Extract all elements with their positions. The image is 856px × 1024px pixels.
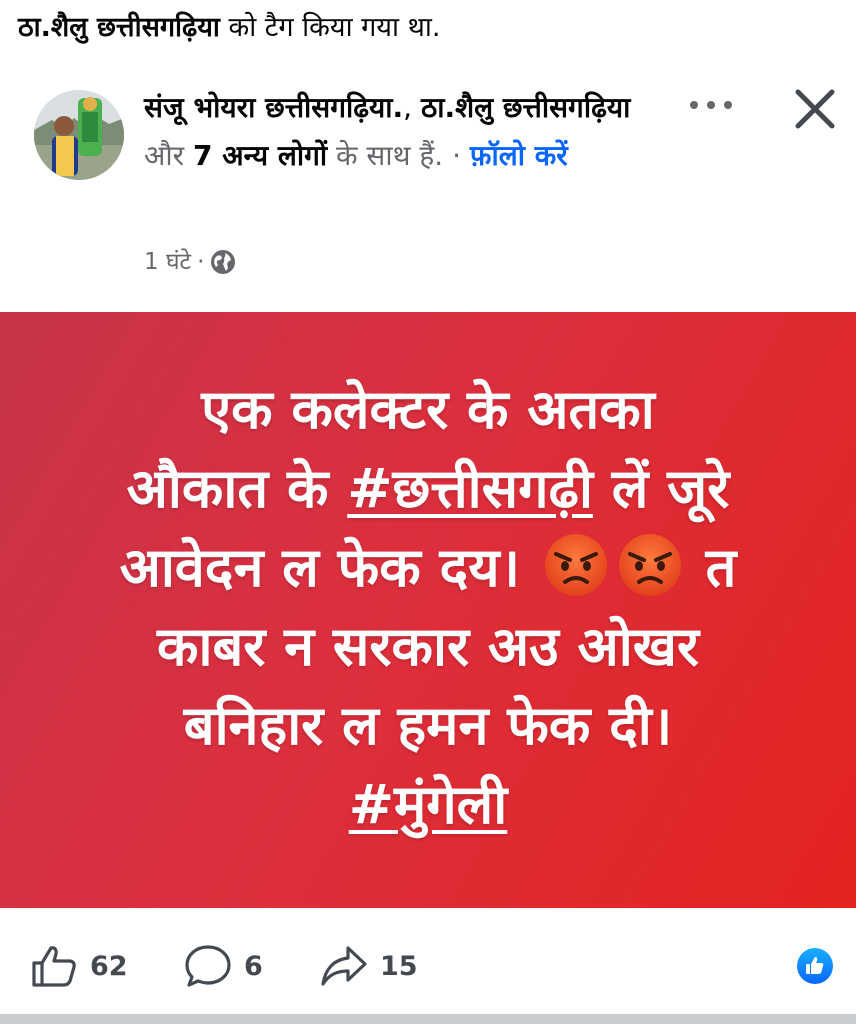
- post-header-text: संजू भोयरा छत्तीसगढ़िया., ठा.शैलु छत्तीस…: [144, 84, 644, 180]
- post-text-banner[interactable]: एक कलेक्टर के अतका औकात के #छत्तीसगढ़ी ल…: [0, 312, 856, 908]
- tagged-user-link[interactable]: ठा.शैलु छत्तीसगढ़िया: [18, 12, 220, 43]
- others-link[interactable]: 7 अन्य लोगों: [193, 139, 327, 172]
- follow-button[interactable]: फ़ॉलो करें: [470, 139, 568, 172]
- post-actions-bar: 62 6 15: [0, 908, 856, 1014]
- like-button[interactable]: 62: [30, 944, 128, 988]
- post-line-2-end: लें जूरे: [592, 457, 730, 520]
- post-line-3: आवेदन ल फेक दय। त: [119, 528, 737, 607]
- tagged-notice: ठा.शैलु छत्तीसगढ़िया को टैग किया गया था.: [18, 8, 440, 48]
- angry-face-icon: [544, 534, 607, 596]
- post-line-2-start: औकात के: [126, 457, 348, 520]
- globe-icon[interactable]: [210, 249, 236, 275]
- tagged-notice-text: को टैग किया गया था.: [219, 12, 441, 43]
- more-options-button[interactable]: [686, 88, 736, 122]
- post-line-5: बनिहार ल हमन फेक दी।: [183, 694, 673, 757]
- angry-face-icon: [618, 534, 681, 596]
- post-line-2: औकात के #छत्तीसगढ़ी लें जूरे: [127, 449, 730, 528]
- avatar-image: [34, 90, 124, 180]
- meta-separator: ·: [197, 249, 205, 275]
- thumbs-up-icon: [32, 946, 76, 987]
- post-line-1: एक कलेक्टर के अतका: [201, 378, 655, 441]
- share-count: 15: [380, 950, 418, 982]
- share-button[interactable]: 15: [320, 944, 418, 988]
- more-icon-dot: [724, 101, 732, 109]
- like-reaction-icon[interactable]: [796, 947, 834, 985]
- comment-count: 6: [244, 950, 263, 982]
- header-dot: ·: [443, 139, 470, 172]
- hashtag-link[interactable]: #छत्तीसगढ़ी: [347, 457, 593, 520]
- like-count: 62: [90, 950, 128, 982]
- divider: [0, 1014, 856, 1024]
- share-icon: [321, 946, 367, 986]
- header-with-text: के साथ हैं.: [327, 139, 444, 172]
- tagged-person-link[interactable]: ठा.शैलु छत्तीसगढ़िया: [421, 91, 630, 124]
- more-icon: [690, 101, 698, 109]
- header-conjunction: और: [144, 139, 193, 172]
- avatar[interactable]: [34, 90, 124, 180]
- post-line-6: #मुंगेली: [349, 765, 508, 844]
- post-meta: 1 घंटे ·: [144, 244, 236, 280]
- post-line-4: काबर न सरकार अउ ओखर: [156, 615, 700, 678]
- post-line-3-start: आवेदन ल फेक दय।: [119, 536, 539, 599]
- more-icon-dot: [707, 101, 715, 109]
- header-separator: ,: [403, 91, 421, 124]
- post-time[interactable]: 1 घंटे: [144, 244, 191, 280]
- comment-icon: [185, 945, 231, 987]
- post-line-3-end: त: [686, 536, 737, 599]
- author-link[interactable]: संजू भोयरा छत्तीसगढ़िया.: [144, 91, 403, 124]
- hashtag-link[interactable]: #मुंगेली: [349, 773, 508, 836]
- close-icon: [795, 89, 835, 129]
- close-button[interactable]: [788, 82, 842, 136]
- comment-button[interactable]: 6: [184, 944, 263, 988]
